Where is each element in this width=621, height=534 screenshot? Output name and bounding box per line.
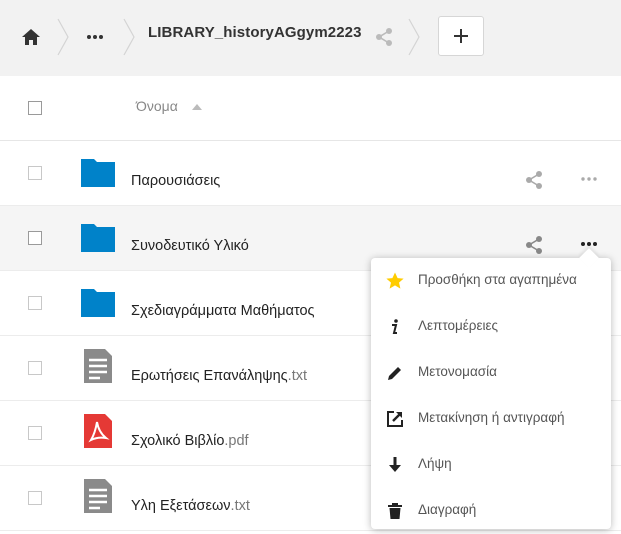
menu-item-label: Λεπτομέρειες	[418, 318, 499, 333]
breadcrumb-separator	[57, 18, 69, 56]
text-file-icon	[84, 479, 112, 513]
file-name[interactable]: Παρουσιάσεις	[131, 173, 220, 189]
menu-item-label: Προσθήκη στα αγαπημένα	[418, 272, 577, 287]
menu-item-details[interactable]: Λεπτομέρειες	[371, 304, 611, 350]
download-icon	[389, 457, 401, 472]
menu-item-download[interactable]: Λήψη	[371, 442, 611, 488]
select-all-checkbox[interactable]	[28, 101, 42, 115]
file-row-presentations[interactable]: Παρουσιάσεις	[0, 141, 621, 206]
share-icon[interactable]	[374, 26, 394, 48]
pencil-icon	[388, 367, 401, 380]
trash-icon	[388, 503, 402, 519]
folder-icon	[81, 159, 115, 187]
menu-item-rename[interactable]: Μετονομασία	[371, 350, 611, 396]
menu-item-label: Μετονομασία	[418, 364, 497, 379]
file-name[interactable]: Συνοδευτικό Υλικό	[131, 238, 249, 254]
text-file-icon	[84, 349, 112, 383]
row-checkbox[interactable]	[28, 361, 42, 375]
breadcrumb-separator	[123, 18, 135, 56]
more-horizontal-icon[interactable]	[84, 26, 106, 48]
file-name[interactable]: Σχεδιαγράμματα Μαθήματος	[131, 303, 315, 319]
menu-item-move-or-copy[interactable]: Μετακίνηση ή αντιγραφή	[371, 396, 611, 442]
breadcrumb-current-folder[interactable]: LIBRARY_historyAGgym2223	[148, 24, 362, 41]
row-checkbox[interactable]	[28, 296, 42, 310]
star-icon	[386, 272, 404, 289]
file-actions-menu: Προσθήκη στα αγαπημένα Λεπτομέρειες Μετο…	[371, 248, 611, 529]
row-checkbox[interactable]	[28, 166, 42, 180]
file-name[interactable]: Υλη Εξετάσεων.txt	[131, 498, 250, 514]
file-list-header: Όνομα	[0, 76, 621, 141]
row-checkbox[interactable]	[28, 426, 42, 440]
file-name[interactable]: Σχολικό Βιβλίο.pdf	[131, 433, 249, 449]
folder-icon	[81, 224, 115, 252]
home-icon[interactable]	[20, 26, 42, 48]
menu-item-label: Διαγραφή	[418, 502, 477, 517]
column-header-name[interactable]: Όνομα	[136, 98, 178, 114]
pdf-file-icon	[84, 414, 112, 448]
more-actions-icon[interactable]	[578, 171, 600, 187]
share-icon[interactable]	[524, 170, 544, 190]
menu-item-label: Λήψη	[418, 456, 452, 471]
row-checkbox[interactable]	[28, 491, 42, 505]
file-name[interactable]: Ερωτήσεις Επανάληψης.txt	[131, 368, 307, 384]
menu-item-add-to-favorites[interactable]: Προσθήκη στα αγαπημένα	[371, 258, 611, 304]
menu-item-label: Μετακίνηση ή αντιγραφή	[418, 410, 565, 425]
sort-ascending-icon[interactable]	[192, 104, 202, 110]
plus-icon	[454, 29, 468, 43]
folder-icon	[81, 289, 115, 317]
breadcrumb: LIBRARY_historyAGgym2223	[0, 0, 621, 76]
breadcrumb-separator	[408, 18, 420, 56]
info-icon	[392, 319, 398, 334]
row-checkbox[interactable]	[28, 231, 42, 245]
new-button[interactable]	[438, 16, 484, 56]
share-icon[interactable]	[524, 235, 544, 255]
move-icon	[387, 411, 403, 427]
menu-item-delete[interactable]: Διαγραφή	[371, 488, 611, 534]
